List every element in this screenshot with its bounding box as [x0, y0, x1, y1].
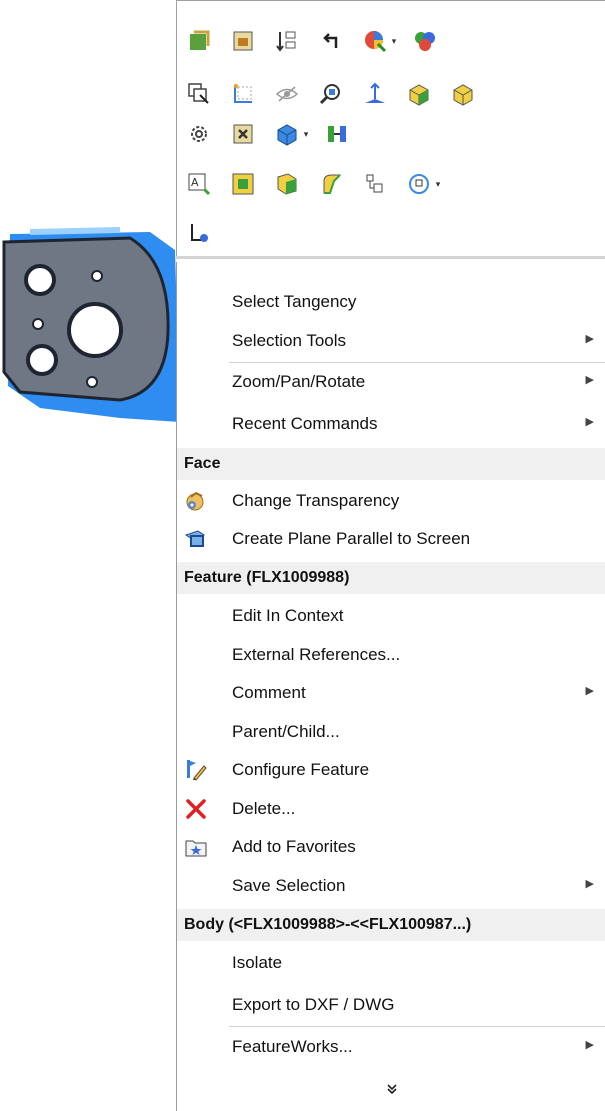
section-header-body: Body (<FLX1009988>-<<FLX100987...) [177, 909, 605, 941]
part-edge-highlight [29, 227, 121, 235]
annotation-icon[interactable]: A [177, 166, 221, 202]
menu-item-isolate[interactable]: Isolate [177, 944, 605, 982]
menu-item-label: Export to DXF / DWG [232, 995, 395, 1014]
toolbar-row-5 [177, 213, 221, 253]
appearances-icon[interactable] [403, 23, 447, 59]
section-header-label: Body (<FLX1009988>-<<FLX100987...) [184, 916, 472, 933]
section-header-feature: Feature (FLX1009988) [177, 562, 605, 594]
plane-icon [183, 526, 209, 552]
submenu-arrow-icon: ▶ [585, 333, 594, 345]
display-state-icon[interactable] [265, 116, 309, 152]
select-other-icon[interactable] [177, 76, 221, 112]
axis-view-icon[interactable] [177, 215, 221, 251]
toolbar-separator [176, 256, 605, 259]
appearance-icon[interactable] [353, 23, 397, 59]
transparency-icon [183, 488, 209, 514]
toolbar-row-2 [177, 74, 485, 114]
menu-item-label: Create Plane Parallel to Screen [232, 529, 471, 548]
menu-item-zoom-pan-rotate[interactable]: Zoom/Pan/Rotate ▶ [177, 363, 605, 401]
delete-icon [183, 796, 209, 822]
menu-item-label: FeatureWorks... [232, 1037, 353, 1056]
menu-item-label: Configure Feature [232, 760, 370, 779]
menu-item-label: Comment [232, 683, 306, 702]
submenu-arrow-icon: ▶ [585, 416, 594, 428]
part-preview[interactable] [0, 222, 180, 432]
menu-item-label: Save Selection [232, 876, 346, 895]
menu-item-external-references[interactable]: External References... [177, 636, 605, 674]
hole-top-left [24, 264, 56, 296]
shaded-icon[interactable] [441, 76, 485, 112]
menu-item-select-tangency[interactable]: Select Tangency [177, 283, 605, 321]
zoom-to-selection-icon[interactable] [309, 76, 353, 112]
toolbar-row-3: ▾ [177, 114, 359, 154]
menu-item-parent-child[interactable]: Parent/Child... [177, 713, 605, 751]
toolbar-row-1: ▾ [177, 21, 447, 61]
menu-item-export-dxf-dwg[interactable]: Export to DXF / DWG [177, 986, 605, 1024]
submenu-arrow-icon: ▶ [585, 878, 594, 890]
menu-item-save-selection[interactable]: Save Selection ▶ [177, 867, 605, 905]
submenu-arrow-icon: ▶ [585, 374, 594, 386]
feature-icon[interactable] [221, 23, 265, 59]
menu-item-label: Isolate [232, 953, 283, 972]
menu-item-label: Add to Favorites [232, 837, 356, 856]
menu-item-create-plane[interactable]: Create Plane Parallel to Screen [177, 520, 605, 558]
menu-separator [229, 1026, 605, 1027]
menu-item-recent-commands[interactable]: Recent Commands ▶ [177, 405, 605, 443]
menu-item-label: Selection Tools [232, 331, 347, 350]
view-orientation-icon[interactable] [397, 76, 441, 112]
rotate-icon[interactable] [397, 166, 441, 202]
menu-item-label: Select Tangency [232, 292, 357, 311]
sketch-icon[interactable] [221, 76, 265, 112]
hide-icon[interactable] [265, 76, 309, 112]
options-icon[interactable] [177, 116, 221, 152]
component-icon[interactable] [353, 166, 397, 202]
menu-item-label: Change Transparency [232, 491, 400, 510]
fillet-icon[interactable] [309, 166, 353, 202]
menu-item-delete[interactable]: Delete... [177, 790, 605, 828]
menu-item-label: Recent Commands [232, 414, 378, 433]
menu-item-change-transparency[interactable]: Change Transparency [177, 482, 605, 520]
hole-bottom-left [26, 344, 58, 376]
normal-to-icon[interactable] [353, 76, 397, 112]
mate-icon[interactable] [315, 116, 359, 152]
double-chevron-down-icon [386, 1084, 397, 1095]
menu-item-label: Parent/Child... [232, 722, 340, 741]
section-header-label: Face [184, 455, 221, 472]
undo-arrow-icon[interactable] [309, 23, 353, 59]
toolbar-row-4: A ▾ [177, 164, 447, 204]
sort-icon[interactable] [265, 23, 309, 59]
favorites-icon [183, 834, 209, 860]
configure-icon [183, 757, 209, 783]
menu-item-featureworks[interactable]: FeatureWorks... ▶ [177, 1028, 605, 1066]
menu-item-selection-tools[interactable]: Selection Tools ▶ [177, 322, 605, 360]
face-icon[interactable] [221, 166, 265, 202]
menu-item-label: External References... [232, 645, 401, 664]
hole-large [67, 302, 123, 358]
hole-small-3 [86, 376, 98, 388]
menu-item-label: Edit In Context [232, 606, 344, 625]
body-icon[interactable] [265, 166, 309, 202]
menu-item-edit-in-context[interactable]: Edit In Context [177, 597, 605, 635]
menu-item-label: Zoom/Pan/Rotate [232, 372, 366, 391]
expand-more-icon[interactable] [177, 1069, 605, 1109]
context-menu: Select Tangency Selection Tools ▶ Zoom/P… [176, 262, 605, 1111]
menu-item-label: Delete... [232, 799, 296, 818]
section-header-face: Face [177, 448, 605, 480]
menu-item-comment[interactable]: Comment ▶ [177, 674, 605, 712]
hole-small-2 [91, 270, 103, 282]
context-toolbar: ▾ ▾ A ▾ [176, 0, 605, 259]
hole-small-1 [32, 318, 44, 330]
menu-item-configure-feature[interactable]: Configure Feature [177, 751, 605, 789]
svg-text:A: A [191, 176, 199, 189]
submenu-arrow-icon: ▶ [585, 685, 594, 697]
suppress-icon[interactable] [221, 116, 265, 152]
menu-item-add-to-favorites[interactable]: Add to Favorites [177, 828, 605, 866]
rebuild-icon[interactable] [177, 23, 221, 59]
submenu-arrow-icon: ▶ [585, 1039, 594, 1051]
section-header-label: Feature (FLX1009988) [184, 569, 350, 586]
